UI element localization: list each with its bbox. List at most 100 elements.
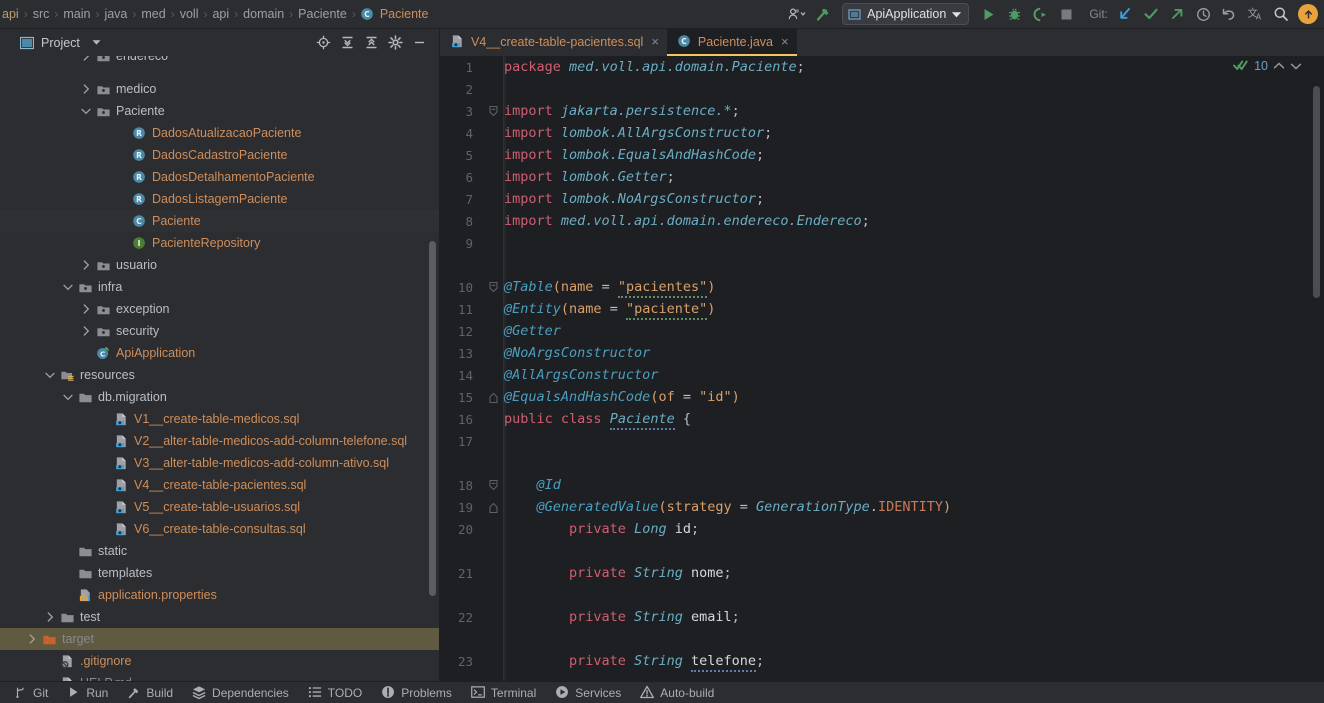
tree-item-v4-create-table-pacientes-sql[interactable]: V4__create-table-pacientes.sql	[0, 474, 439, 496]
tree-item-templates[interactable]: templates	[0, 562, 439, 584]
code-line[interactable]: 16 public class Paciente {	[440, 408, 1324, 430]
code-line[interactable]: 21 private String nome;	[440, 562, 1324, 584]
git-commit-icon[interactable]	[1138, 0, 1164, 29]
breadcrumb[interactable]: api › src › main › java › med › voll › api › domain › Pa…	[0, 0, 429, 28]
code-line[interactable]: 18 @Id	[440, 474, 1324, 496]
status-item-problems[interactable]: Problems	[381, 685, 463, 700]
run-configuration-selector[interactable]: ApiApplication	[842, 3, 970, 25]
code-line[interactable]: 6 import lombok.Getter;	[440, 166, 1324, 188]
tab-close-icon[interactable]: ×	[781, 34, 789, 49]
tree-item-v6-create-table-consultas-sql[interactable]: V6__create-table-consultas.sql	[0, 518, 439, 540]
tree-item-v2-alter-table-medicos-add-column-telefone-sql[interactable]: V2__alter-table-medicos-add-column-telef…	[0, 430, 439, 452]
code-editor[interactable]: 10 1 package med.voll.api.domain.Paciente…	[440, 56, 1324, 681]
git-push-icon[interactable]	[1164, 0, 1190, 29]
chevron-up-icon[interactable]	[1273, 61, 1285, 71]
account-dropdown-icon[interactable]	[784, 0, 810, 29]
project-tree[interactable]: endereco medico Paciente R DadosAtualizacaoP…	[0, 56, 439, 681]
tree-item-endereco[interactable]: endereco	[0, 56, 439, 67]
code-line[interactable]: 13 @NoArgsConstructor	[440, 342, 1324, 364]
tree-item--gitignore[interactable]: .gitignore	[0, 650, 439, 672]
tree-item-v5-create-table-usuarios-sql[interactable]: V5__create-table-usuarios.sql	[0, 496, 439, 518]
history-icon[interactable]	[1190, 0, 1216, 29]
code-line[interactable]: 10 @Table(name = "pacientes")	[440, 276, 1324, 298]
tree-item-dadosatualizacaopaciente[interactable]: R DadosAtualizacaoPaciente	[0, 122, 439, 144]
tree-item-medico[interactable]: medico	[0, 78, 439, 100]
tree-item-apiapplication[interactable]: C ApiApplication	[0, 342, 439, 364]
tree-item-static[interactable]: static	[0, 540, 439, 562]
code-line[interactable]: 11 @Entity(name = "paciente")	[440, 298, 1324, 320]
chevron-right-icon[interactable]	[78, 304, 94, 314]
code-line[interactable]: 19 @GeneratedValue(strategy = Generation…	[440, 496, 1324, 518]
tree-item-target[interactable]: target	[0, 628, 439, 650]
editor-tab-v4-create-table-pacientes-sql[interactable]: V4__create-table-pacientes.sql ×	[440, 29, 667, 56]
fold-marker-icon[interactable]	[482, 502, 504, 513]
chevron-right-icon[interactable]	[78, 260, 94, 270]
editor-tab-paciente-java[interactable]: C Paciente.java ×	[666, 29, 797, 56]
tree-item-test[interactable]: test	[0, 606, 439, 628]
code-line[interactable]: 8 import med.voll.api.domain.endereco.End…	[440, 210, 1324, 232]
code-line[interactable]: 9	[440, 232, 1324, 254]
notifications-icon[interactable]	[1298, 4, 1318, 24]
rollback-icon[interactable]	[1216, 0, 1242, 29]
tab-close-icon[interactable]: ×	[651, 34, 659, 49]
code-line[interactable]: 4 import lombok.AllArgsConstructor;	[440, 122, 1324, 144]
search-icon[interactable]	[1268, 0, 1294, 29]
code-line[interactable]: 2	[440, 78, 1324, 100]
hide-panel-icon[interactable]	[407, 31, 431, 55]
collapse-all-icon[interactable]	[359, 31, 383, 55]
build-hammer-icon[interactable]	[810, 0, 836, 29]
status-item-terminal[interactable]: Terminal	[471, 685, 547, 700]
tree-item-exception[interactable]: exception	[0, 298, 439, 320]
code-line[interactable]: 15 @EqualsAndHashCode(of = "id")	[440, 386, 1324, 408]
code-line[interactable]: 17	[440, 430, 1324, 452]
code-line[interactable]: 23 private String telefone;	[440, 650, 1324, 672]
breadcrumb-item-api[interactable]: api	[0, 0, 20, 29]
chevron-right-icon[interactable]	[78, 84, 94, 94]
fold-marker-icon[interactable]	[482, 281, 504, 293]
tree-item-help-md[interactable]: MD HELP.md	[0, 672, 439, 681]
git-update-icon[interactable]	[1112, 0, 1138, 29]
code-line[interactable]: 3 import jakarta.persistence.*;	[440, 100, 1324, 122]
breadcrumb-item-domain[interactable]: domain	[242, 0, 285, 29]
breadcrumb-item-src[interactable]: src	[32, 0, 51, 29]
status-item-build[interactable]: Build	[127, 685, 184, 700]
chevron-down-icon[interactable]	[1290, 61, 1302, 71]
tree-item-db-migration[interactable]: db.migration	[0, 386, 439, 408]
tree-item-dadosdetalhamentopaciente[interactable]: R DadosDetalhamentoPaciente	[0, 166, 439, 188]
status-item-services[interactable]: Services	[555, 685, 632, 700]
chevron-right-icon[interactable]	[78, 56, 94, 61]
code-line[interactable]: 1 package med.voll.api.domain.Paciente;	[440, 56, 1324, 78]
chevron-right-icon[interactable]	[78, 326, 94, 336]
run-with-coverage-button[interactable]	[1027, 0, 1053, 29]
status-item-auto-build[interactable]: Auto-build	[640, 685, 725, 700]
tree-item-resources[interactable]: resources	[0, 364, 439, 386]
breadcrumb-item-paciente[interactable]: Paciente	[297, 0, 348, 29]
locate-icon[interactable]	[311, 31, 335, 55]
breadcrumb-item-api[interactable]: api	[211, 0, 230, 29]
project-tree-scrollbar[interactable]	[429, 241, 436, 596]
chevron-down-icon[interactable]	[60, 284, 76, 291]
code-line[interactable]: 12 @Getter	[440, 320, 1324, 342]
status-item-todo[interactable]: TODO	[308, 685, 373, 700]
breadcrumb-item-main[interactable]: main	[62, 0, 91, 29]
chevron-down-icon[interactable]	[42, 372, 58, 379]
code-line[interactable]: 22 private String email;	[440, 606, 1324, 628]
tree-item-application-properties[interactable]: application.properties	[0, 584, 439, 606]
inspection-widget[interactable]: 10	[1233, 59, 1302, 73]
settings-gear-icon[interactable]	[383, 31, 407, 55]
tree-item-infra[interactable]: infra	[0, 276, 439, 298]
stop-button[interactable]	[1053, 0, 1079, 29]
fold-marker-icon[interactable]	[482, 479, 504, 491]
breadcrumb-item-paciente[interactable]: Paciente	[379, 0, 430, 29]
chevron-down-icon[interactable]	[92, 39, 101, 46]
run-button[interactable]	[975, 0, 1001, 29]
breadcrumb-item-voll[interactable]: voll	[179, 0, 200, 29]
tree-item-dadoscadastropaciente[interactable]: R DadosCadastroPaciente	[0, 144, 439, 166]
editor-scrollbar[interactable]	[1313, 86, 1320, 298]
status-item-git[interactable]: Git	[14, 685, 59, 700]
code-line[interactable]: 5 import lombok.EqualsAndHashCode;	[440, 144, 1324, 166]
tree-item-dadoslistagempaciente[interactable]: R DadosListagemPaciente	[0, 188, 439, 210]
tree-item-usuario[interactable]: usuario	[0, 254, 439, 276]
code-line[interactable]: 14 @AllArgsConstructor	[440, 364, 1324, 386]
chevron-down-icon[interactable]	[60, 394, 76, 401]
